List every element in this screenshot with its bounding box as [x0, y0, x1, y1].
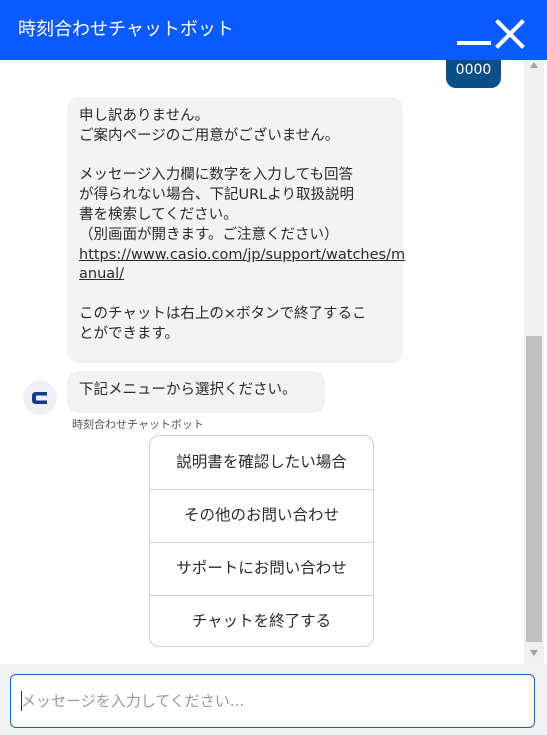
scrollbar[interactable]: [524, 60, 544, 664]
message-line: このチャットは右上の×ボタンで終了するこ: [79, 305, 367, 322]
manual-link-continued[interactable]: anual/: [79, 266, 124, 282]
user-message-bubble: 0000: [446, 60, 501, 88]
menu-option-other-inquiry[interactable]: その他のお問い合わせ: [150, 489, 373, 542]
chat-title: 時刻合わせチャットボット: [18, 19, 234, 40]
chat-messages[interactable]: 0000 申し訳ありません。 ご案内ページのご用意がございません。 メッセージ入…: [0, 60, 547, 664]
scrollbar-thumb[interactable]: [526, 336, 542, 642]
message-line: ご案内ページのご用意がございません。: [79, 127, 340, 144]
close-icon[interactable]: [495, 19, 525, 49]
menu-option-manual[interactable]: 説明書を確認したい場合: [150, 436, 373, 489]
manual-link[interactable]: https://www.casio.com/jp/support/watches…: [79, 247, 405, 263]
bot-message-bubble: 申し訳ありません。 ご案内ページのご用意がございません。 メッセージ入力欄に数字…: [67, 97, 405, 363]
bot-message-bubble: 下記メニューから選択ください。: [67, 371, 325, 413]
chat-header: 時刻合わせチャットボット: [0, 0, 547, 60]
menu-option-support-inquiry[interactable]: サポートにお問い合わせ: [150, 542, 373, 595]
message-line: が得られない場合、下記URLより取扱説明: [79, 187, 354, 204]
message-line: 書を検索してください。: [79, 206, 238, 223]
scroll-down-arrow-icon[interactable]: [530, 650, 538, 656]
message-input[interactable]: [10, 674, 535, 728]
chat-window: 時刻合わせチャットボット 0000 申し訳ありません。 ご案内ページのご用意がご…: [0, 0, 547, 735]
message-line: メッセージ入力欄に数字を入力しても回答: [79, 167, 354, 184]
message-line: 申し訳ありません。: [79, 108, 210, 124]
bot-name-label: 時刻合わせチャットボット: [72, 418, 204, 431]
message-line: （別画面が開きます。ご注意ください）: [79, 226, 339, 243]
message-line: とができます。: [79, 325, 180, 342]
minimize-icon[interactable]: [457, 41, 491, 45]
scroll-up-arrow-icon[interactable]: [530, 62, 538, 68]
menu-options: 説明書を確認したい場合 その他のお問い合わせ サポートにお問い合わせ チャットを…: [149, 435, 374, 647]
menu-option-end-chat[interactable]: チャットを終了する: [150, 595, 373, 646]
input-area: [0, 664, 547, 735]
bot-avatar: [23, 381, 57, 415]
text-caret: [21, 691, 22, 711]
casio-c-logo-icon: [32, 392, 47, 404]
